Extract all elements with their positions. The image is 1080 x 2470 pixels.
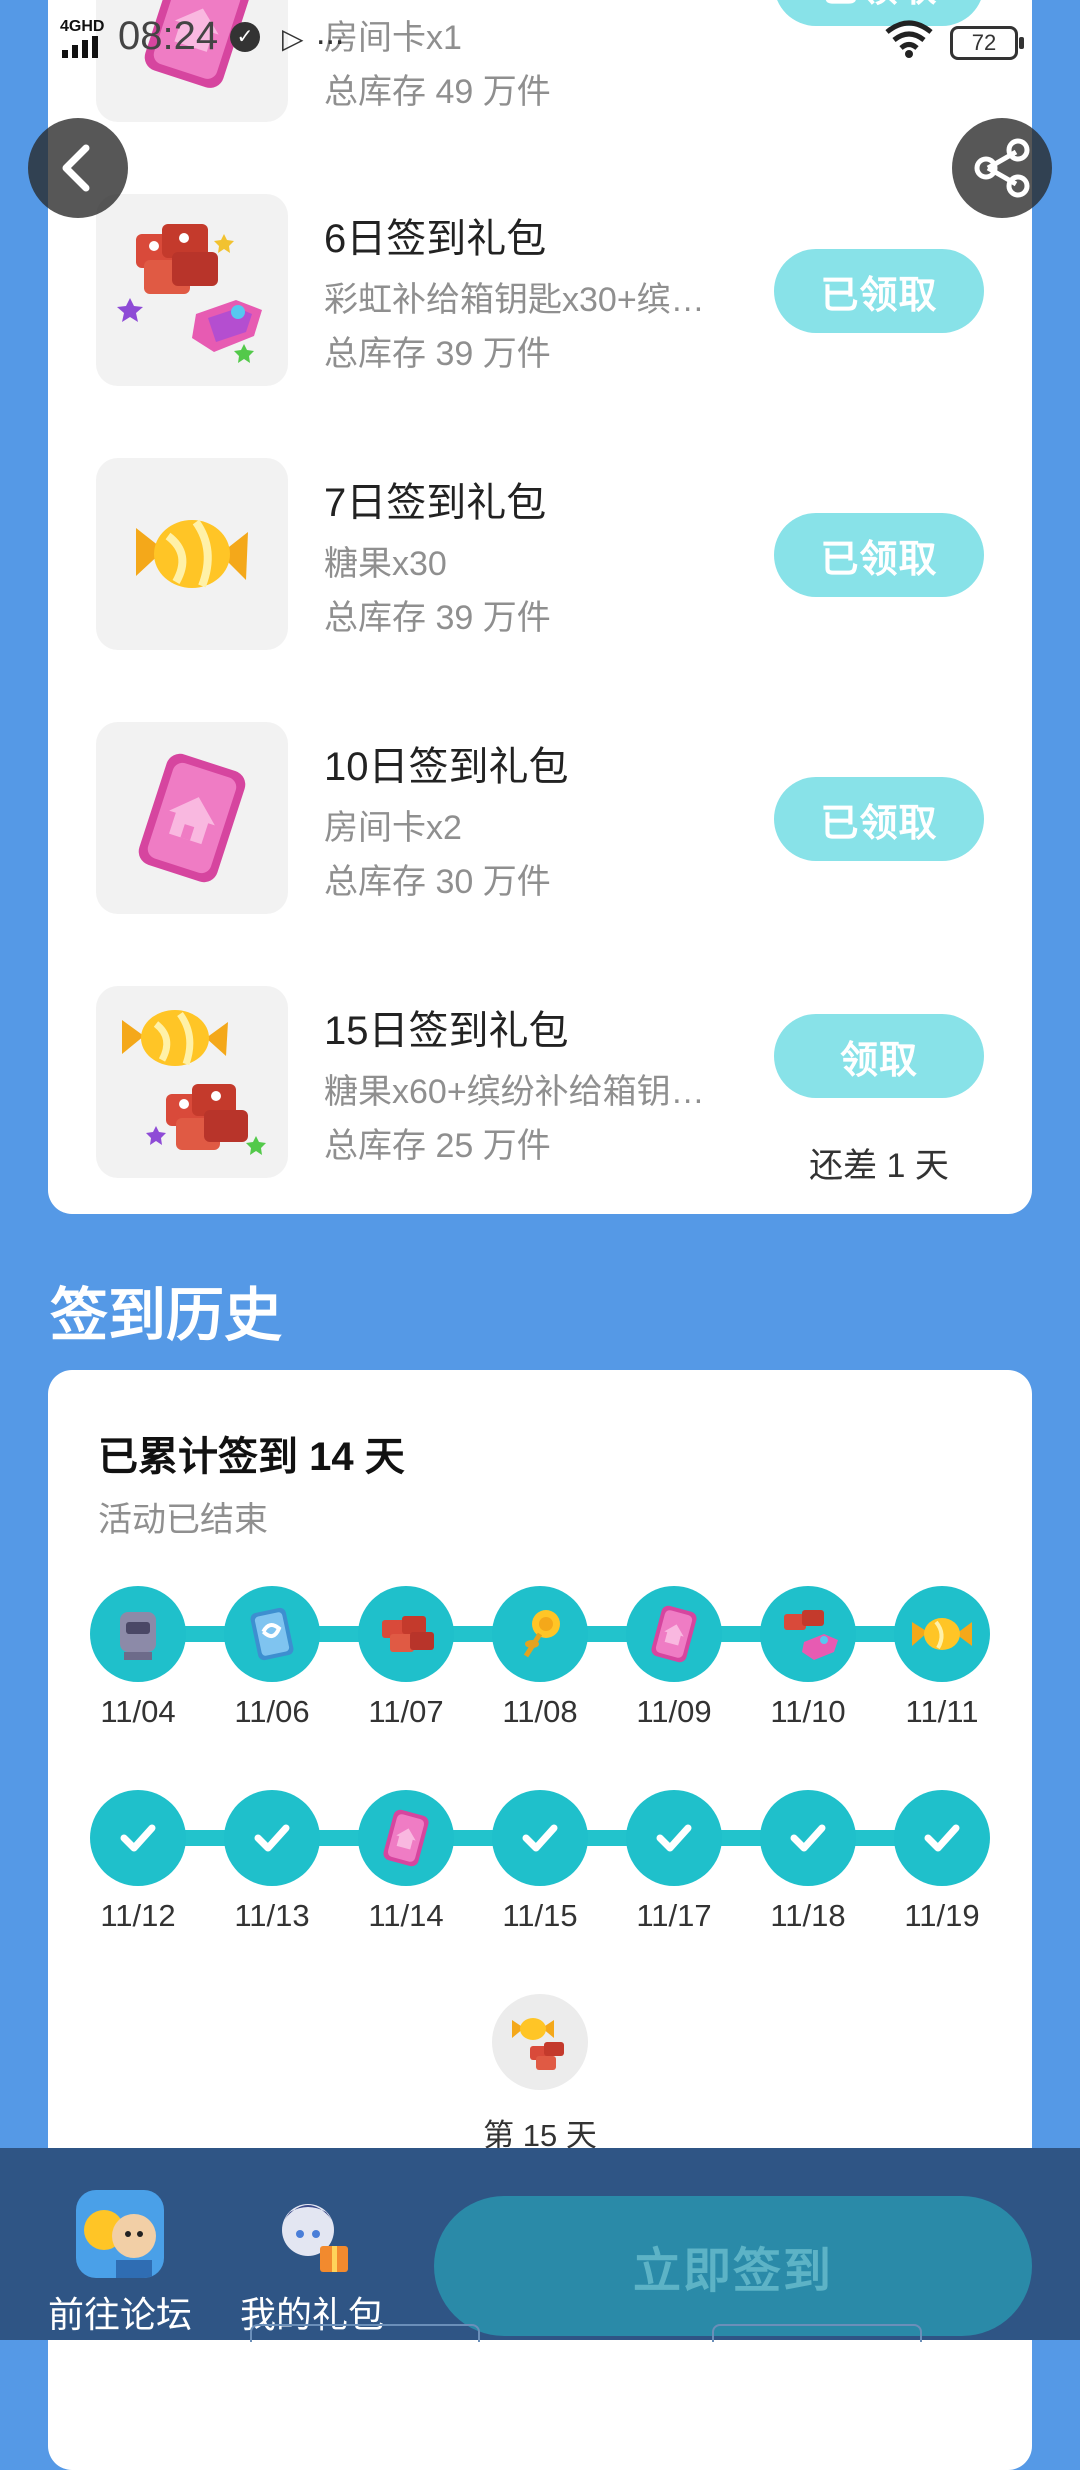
date-label: 11/12 xyxy=(100,1898,176,1933)
gift-desc: 糖果x60+缤纷补给箱钥… xyxy=(324,1073,705,1111)
gift-desc: 糖果x30 xyxy=(324,545,447,583)
chevron-left-icon xyxy=(62,144,90,192)
date-label: 11/08 xyxy=(502,1694,578,1729)
claimed-button[interactable]: 已领取 xyxy=(774,249,984,333)
share-icon xyxy=(974,138,1030,198)
gift-stock: 总库存 39 万件 xyxy=(324,599,551,637)
activity-status: 活动已结束 xyxy=(98,1501,268,1539)
more-notifications: ... xyxy=(316,14,345,52)
section-title: 签到历史 xyxy=(50,1283,283,1348)
card-icon xyxy=(224,1586,320,1682)
check-icon xyxy=(894,1790,990,1886)
room-card-icon xyxy=(358,1790,454,1886)
wifi-icon xyxy=(885,20,933,58)
room-card-icon xyxy=(96,722,288,914)
gift-title: 15日签到礼包 xyxy=(324,1009,569,1053)
gift-row: 7日签到礼包 糖果x30 总库存 39 万件 已领取 xyxy=(48,458,1032,652)
check-icon xyxy=(224,1790,320,1886)
total-signin-days: 已累计签到 14 天 xyxy=(98,1435,405,1479)
gift-stock: 总库存 25 万件 xyxy=(324,1127,551,1165)
gift-stock: 总库存 30 万件 xyxy=(324,863,551,901)
gift-title: 7日签到礼包 xyxy=(324,481,547,525)
date-label: 11/13 xyxy=(234,1898,310,1933)
forum-icon[interactable] xyxy=(76,2190,164,2278)
play-icon: ▷ xyxy=(282,23,304,54)
date-label: 11/14 xyxy=(368,1898,444,1933)
gift-title: 6日签到礼包 xyxy=(324,217,547,261)
battery-indicator: 72 xyxy=(950,26,1024,60)
date-label: 11/06 xyxy=(234,1694,310,1729)
candy-icon xyxy=(96,458,288,650)
forum-link[interactable]: 前往论坛 xyxy=(48,2286,192,2338)
key-box-icon xyxy=(96,194,288,386)
signal-icon xyxy=(62,36,98,58)
date-label: 11/10 xyxy=(770,1694,846,1729)
check-icon xyxy=(492,1790,588,1886)
gift-desc: 彩虹补给箱钥匙x30+缤… xyxy=(324,281,705,319)
date-label: 11/17 xyxy=(636,1898,712,1933)
sign-in-now-button[interactable]: 立即签到 xyxy=(434,2196,1032,2336)
claimed-button[interactable]: 已领取 xyxy=(774,513,984,597)
share-button[interactable] xyxy=(952,118,1052,218)
check-icon xyxy=(90,1790,186,1886)
date-label: 11/19 xyxy=(904,1898,980,1933)
notification-icon: ✓ xyxy=(230,22,260,52)
home-indicator xyxy=(250,2324,480,2342)
gift-bag-icon[interactable] xyxy=(266,2190,354,2278)
gift-desc: 房间卡x2 xyxy=(324,809,462,847)
home-indicator xyxy=(712,2324,922,2342)
date-label: 11/18 xyxy=(770,1898,846,1933)
gift-stock: 总库存 39 万件 xyxy=(324,335,551,373)
candy-key-icon xyxy=(492,1994,588,2090)
check-icon xyxy=(760,1790,856,1886)
back-button[interactable] xyxy=(28,118,128,218)
bottom-bar: 前往论坛 我的礼包 立即签到 xyxy=(0,2148,1080,2342)
claim-button[interactable]: 领取 xyxy=(774,1014,984,1098)
flower-icon xyxy=(492,1586,588,1682)
candy-key-icon xyxy=(96,986,288,1178)
check-icon xyxy=(626,1790,722,1886)
days-remaining: 还差 1 天 xyxy=(809,1147,949,1185)
key-box-icon xyxy=(358,1586,454,1682)
gift-row: 15日签到礼包 糖果x60+缤纷补给箱钥… 总库存 25 万件 领取 还差 1 … xyxy=(48,986,1032,1185)
gift-row: 6日签到礼包 彩虹补给箱钥匙x30+缤… 总库存 39 万件 已领取 xyxy=(48,194,1032,388)
clock: 08:24 xyxy=(118,14,219,58)
key-box-icon xyxy=(760,1586,856,1682)
status-bar: 4GHD 08:24 ✓ ▷ ... 72 xyxy=(0,0,1080,80)
robot-icon xyxy=(90,1586,186,1682)
date-label: 11/09 xyxy=(636,1694,712,1729)
network-indicator: 4GHD xyxy=(60,18,105,35)
candy-icon xyxy=(894,1586,990,1682)
claimed-button[interactable]: 已领取 xyxy=(774,777,984,861)
gift-row: 10日签到礼包 房间卡x2 总库存 30 万件 已领取 xyxy=(48,722,1032,916)
date-label: 11/15 xyxy=(502,1898,578,1933)
date-label: 11/07 xyxy=(368,1694,444,1729)
date-label: 11/04 xyxy=(100,1694,176,1729)
date-label: 11/11 xyxy=(905,1694,979,1729)
gift-title: 10日签到礼包 xyxy=(324,745,569,789)
room-card-icon xyxy=(626,1586,722,1682)
